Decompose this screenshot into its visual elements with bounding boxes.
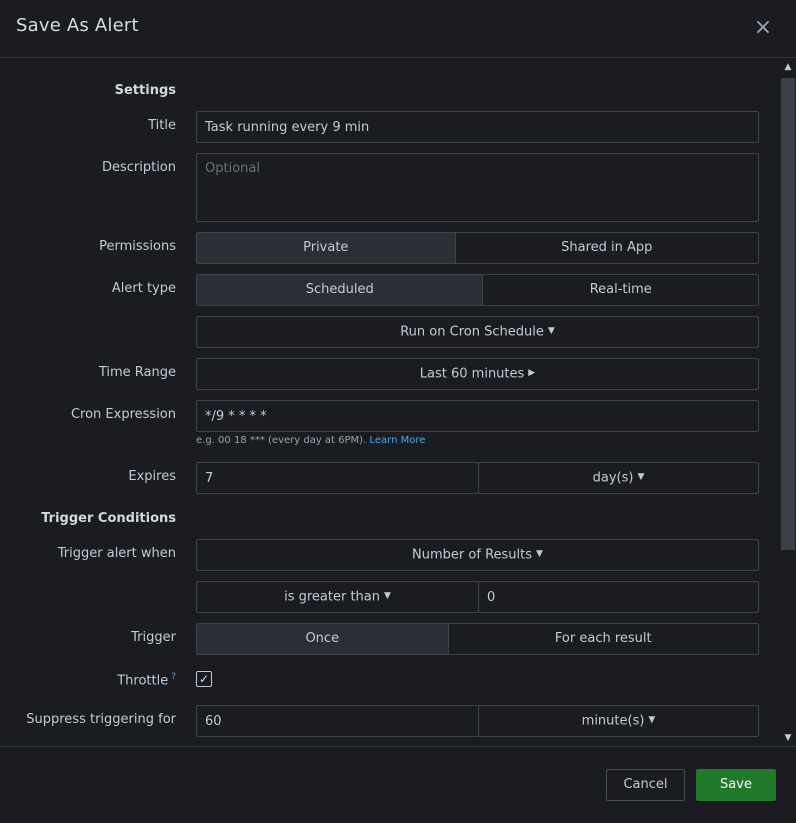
alert-type-scheduled-button[interactable]: Scheduled <box>197 275 483 305</box>
threshold-input[interactable] <box>478 581 759 613</box>
expires-unit-dropdown[interactable]: day(s) ▼ <box>478 462 759 494</box>
permissions-label: Permissions <box>99 239 176 254</box>
cron-help-example: e.g. 00 18 *** (every day at 6PM). <box>196 435 367 446</box>
comparison-dropdown[interactable]: is greater than ▼ <box>196 581 479 613</box>
expires-label: Expires <box>128 469 176 484</box>
settings-heading: Settings <box>114 83 176 98</box>
suppress-unit-dropdown[interactable]: minute(s) ▼ <box>478 705 759 737</box>
trigger-once-button[interactable]: Once <box>197 624 448 654</box>
caret-down-icon: ▼ <box>384 591 391 601</box>
title-label: Title <box>148 118 176 133</box>
scroll-track[interactable] <box>780 76 796 729</box>
throttle-label: Throttle <box>117 673 169 689</box>
throttle-checkbox[interactable]: ✓ <box>196 671 212 687</box>
caret-down-icon: ▼ <box>648 715 656 725</box>
trigger-toggle: Once For each result <box>196 623 759 655</box>
caret-right-icon: ▶ <box>528 368 536 378</box>
schedule-dropdown[interactable]: Run on Cron Schedule ▼ <box>196 316 759 348</box>
scrollbar[interactable]: ▲ ▼ <box>780 59 796 746</box>
trigger-when-dropdown[interactable]: Number of Results ▼ <box>196 539 759 571</box>
scroll-thumb[interactable] <box>781 78 795 550</box>
suppress-input[interactable] <box>196 705 479 737</box>
cron-input[interactable] <box>196 400 759 432</box>
caret-down-icon: ▼ <box>547 326 555 336</box>
schedule-dropdown-label: Run on Cron Schedule <box>400 324 544 340</box>
scroll-up-icon[interactable]: ▲ <box>780 59 796 75</box>
caret-down-icon: ▼ <box>536 549 543 559</box>
suppress-label: Suppress triggering for <box>26 712 176 727</box>
permissions-toggle: Private Shared in App <box>196 232 759 264</box>
alert-type-toggle: Scheduled Real-time <box>196 274 759 306</box>
trigger-when-label: Trigger alert when <box>57 546 176 561</box>
alert-type-label: Alert type <box>111 281 176 296</box>
title-input[interactable] <box>196 111 759 143</box>
trigger-conditions-heading: Trigger Conditions <box>41 511 176 526</box>
help-icon[interactable]: ? <box>171 672 176 682</box>
description-textarea[interactable] <box>196 153 759 222</box>
trigger-when-value: Number of Results <box>412 547 533 563</box>
trigger-each-result-button[interactable]: For each result <box>447 624 758 654</box>
throttle-label-wrap: Throttle? <box>0 672 176 688</box>
save-as-alert-dialog: Save As Alert × Settings Title Descripti… <box>0 0 796 823</box>
save-button[interactable]: Save <box>696 769 776 801</box>
dialog-footer: Cancel Save <box>0 746 796 823</box>
cron-label: Cron Expression <box>70 407 176 422</box>
alert-type-realtime-button[interactable]: Real-time <box>482 275 758 305</box>
scroll-down-icon[interactable]: ▼ <box>780 730 796 746</box>
time-range-label: Time Range <box>98 365 176 380</box>
cancel-button[interactable]: Cancel <box>606 769 685 801</box>
time-range-picker[interactable]: Last 60 minutes ▶ <box>196 358 759 390</box>
description-label: Description <box>101 160 176 175</box>
permissions-shared-button[interactable]: Shared in App <box>454 233 758 263</box>
dialog-header: Save As Alert × <box>0 0 796 58</box>
permissions-private-button[interactable]: Private <box>197 233 455 263</box>
dialog-title: Save As Alert <box>16 15 139 36</box>
dialog-body[interactable]: Settings Title Description Permissions P… <box>0 59 780 746</box>
comparison-value: is greater than <box>284 589 380 605</box>
trigger-label: Trigger <box>131 630 176 645</box>
expires-input[interactable] <box>196 462 479 494</box>
caret-down-icon: ▼ <box>637 472 645 482</box>
suppress-unit-label: minute(s) <box>581 713 645 729</box>
time-range-value: Last 60 minutes <box>419 366 525 382</box>
close-icon[interactable]: × <box>752 17 774 39</box>
expires-unit-label: day(s) <box>592 470 634 486</box>
cron-help-text: e.g. 00 18 *** (every day at 6PM). Learn… <box>196 435 425 446</box>
learn-more-link[interactable]: Learn More <box>369 435 425 446</box>
